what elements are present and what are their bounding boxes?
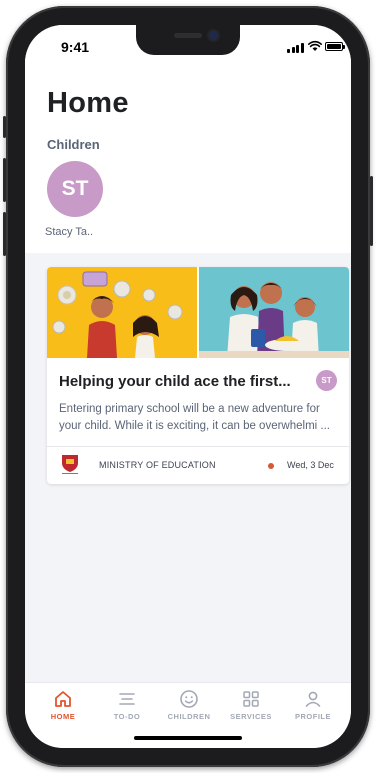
battery-icon bbox=[325, 42, 345, 51]
children-section-label: Children bbox=[47, 137, 100, 152]
article-title[interactable]: Helping your child ace the first... bbox=[59, 373, 291, 390]
tab-home[interactable]: HOME bbox=[33, 689, 93, 721]
mute-switch bbox=[3, 116, 6, 138]
child-avatar[interactable]: ST bbox=[47, 161, 103, 217]
app-screen: 9:41 Home Children ST Stacy Ta.. Helping… bbox=[25, 25, 351, 748]
publish-date: Wed, 3 Dec bbox=[287, 460, 334, 470]
signal-icon bbox=[287, 43, 304, 53]
page-title: Home bbox=[47, 87, 129, 119]
grid-icon bbox=[243, 691, 259, 707]
tab-children-label: CHILDREN bbox=[167, 712, 211, 721]
tab-todo[interactable]: TO-DO bbox=[97, 689, 157, 721]
publisher-name: MINISTRY OF EDUCATION bbox=[99, 460, 216, 470]
list-icon bbox=[119, 693, 135, 705]
wifi-icon bbox=[308, 40, 322, 51]
tab-children[interactable]: CHILDREN bbox=[159, 689, 219, 721]
speaker-grille bbox=[174, 33, 202, 38]
tab-services-label: SERVICES bbox=[230, 712, 272, 721]
status-time: 9:41 bbox=[61, 39, 90, 55]
tab-home-label: HOME bbox=[50, 712, 76, 721]
ministry-logo-icon bbox=[62, 455, 78, 474]
front-camera bbox=[209, 31, 218, 40]
child-tag-avatar: ST bbox=[316, 370, 337, 391]
volume-down-button bbox=[3, 212, 6, 256]
unread-dot bbox=[268, 463, 274, 469]
card-divider bbox=[47, 446, 349, 447]
home-indicator[interactable] bbox=[134, 736, 242, 740]
tab-todo-label: TO-DO bbox=[113, 712, 141, 721]
device-notch bbox=[136, 25, 240, 55]
article-card[interactable]: Helping your child ace the first... ST E… bbox=[47, 267, 349, 484]
home-icon bbox=[55, 691, 71, 707]
header-area: 9:41 Home Children ST Stacy Ta.. bbox=[25, 25, 351, 253]
volume-up-button bbox=[3, 158, 6, 202]
user-icon bbox=[305, 691, 321, 707]
tab-profile[interactable]: PROFILE bbox=[283, 689, 343, 721]
tab-profile-label: PROFILE bbox=[294, 712, 331, 721]
child-name: Stacy Ta.. bbox=[45, 226, 94, 238]
child-item[interactable]: ST Stacy Ta.. bbox=[45, 161, 117, 238]
article-illustration bbox=[47, 267, 349, 358]
smiley-icon bbox=[180, 690, 198, 708]
power-button bbox=[370, 176, 373, 246]
tab-services[interactable]: SERVICES bbox=[221, 689, 281, 721]
article-description: Entering primary school will be a new ad… bbox=[59, 403, 330, 432]
